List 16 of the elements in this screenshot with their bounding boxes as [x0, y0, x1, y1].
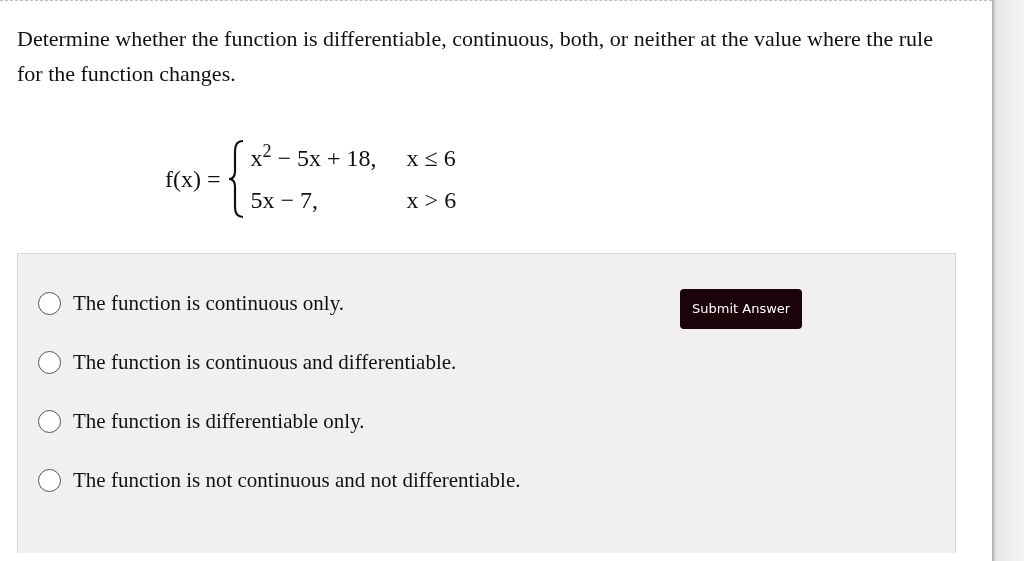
radio-button[interactable] [38, 292, 61, 315]
option-label[interactable]: The function is differentiable only. [73, 406, 365, 437]
question-text: Determine whether the function is differentiable, continuous, both, or neither at the value where the rule for the function changes. [17, 25, 934, 88]
case-condition: x > 6 [406, 186, 457, 215]
function-name: f(x) = [165, 165, 221, 194]
brace-icon [226, 139, 245, 219]
case-condition: x ≤ 6 [406, 144, 457, 173]
case-expression: x$^{2}$ − 5x + 18, [250, 140, 377, 173]
submit-button[interactable]: Submit Answer [680, 289, 803, 329]
radio-button[interactable] [38, 410, 61, 433]
radio-button[interactable] [38, 469, 61, 492]
option-label[interactable]: The function is continuous and differentiable. [73, 347, 457, 378]
case-expression: 5x − 7, [250, 186, 320, 215]
option-label[interactable]: The function is not continuous and not differentiable. [73, 465, 521, 496]
option-label[interactable]: The function is continuous only. [73, 288, 345, 319]
radio-button[interactable] [38, 351, 61, 374]
